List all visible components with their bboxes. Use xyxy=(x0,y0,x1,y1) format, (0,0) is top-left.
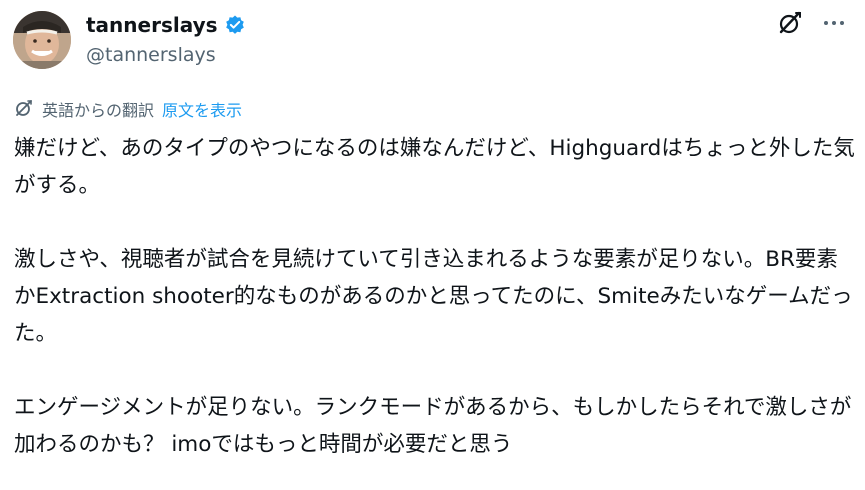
user-name-row: tannerslays xyxy=(86,12,246,38)
tweet: tannerslays @tannerslays 英語からの翻訳 原文を表示 嫌… xyxy=(0,0,865,490)
more-icon[interactable] xyxy=(821,10,847,36)
translate-icon xyxy=(14,98,34,124)
user-handle[interactable]: @tannerslays xyxy=(86,42,216,68)
tweet-text: 嫌だけど、あのタイプのやつになるのは嫌なんだけど、Highguardはちょっと外… xyxy=(14,130,856,463)
tweet-paragraph: エンゲージメントが足りない。ランクモードがあるから、もしかしたらそれで激しさが加… xyxy=(14,395,852,457)
translation-row: 英語からの翻訳 原文を表示 xyxy=(14,98,242,124)
tweet-paragraph: 嫌だけど、あのタイプのやつになるのは嫌なんだけど、Highguardはちょっと外… xyxy=(14,136,855,198)
header-actions xyxy=(777,10,847,36)
avatar-image xyxy=(13,11,71,69)
translation-label: 英語からの翻訳 xyxy=(42,101,155,120)
display-name[interactable]: tannerslays xyxy=(86,12,218,38)
verified-badge-icon xyxy=(224,14,246,36)
avatar[interactable] xyxy=(13,11,71,69)
tweet-paragraph: 激しさや、視聴者が試合を見続けていて引き込まれるような要素が足りない。BR要素か… xyxy=(14,247,853,346)
grok-icon[interactable] xyxy=(777,10,803,36)
show-original-link[interactable]: 原文を表示 xyxy=(162,100,242,122)
